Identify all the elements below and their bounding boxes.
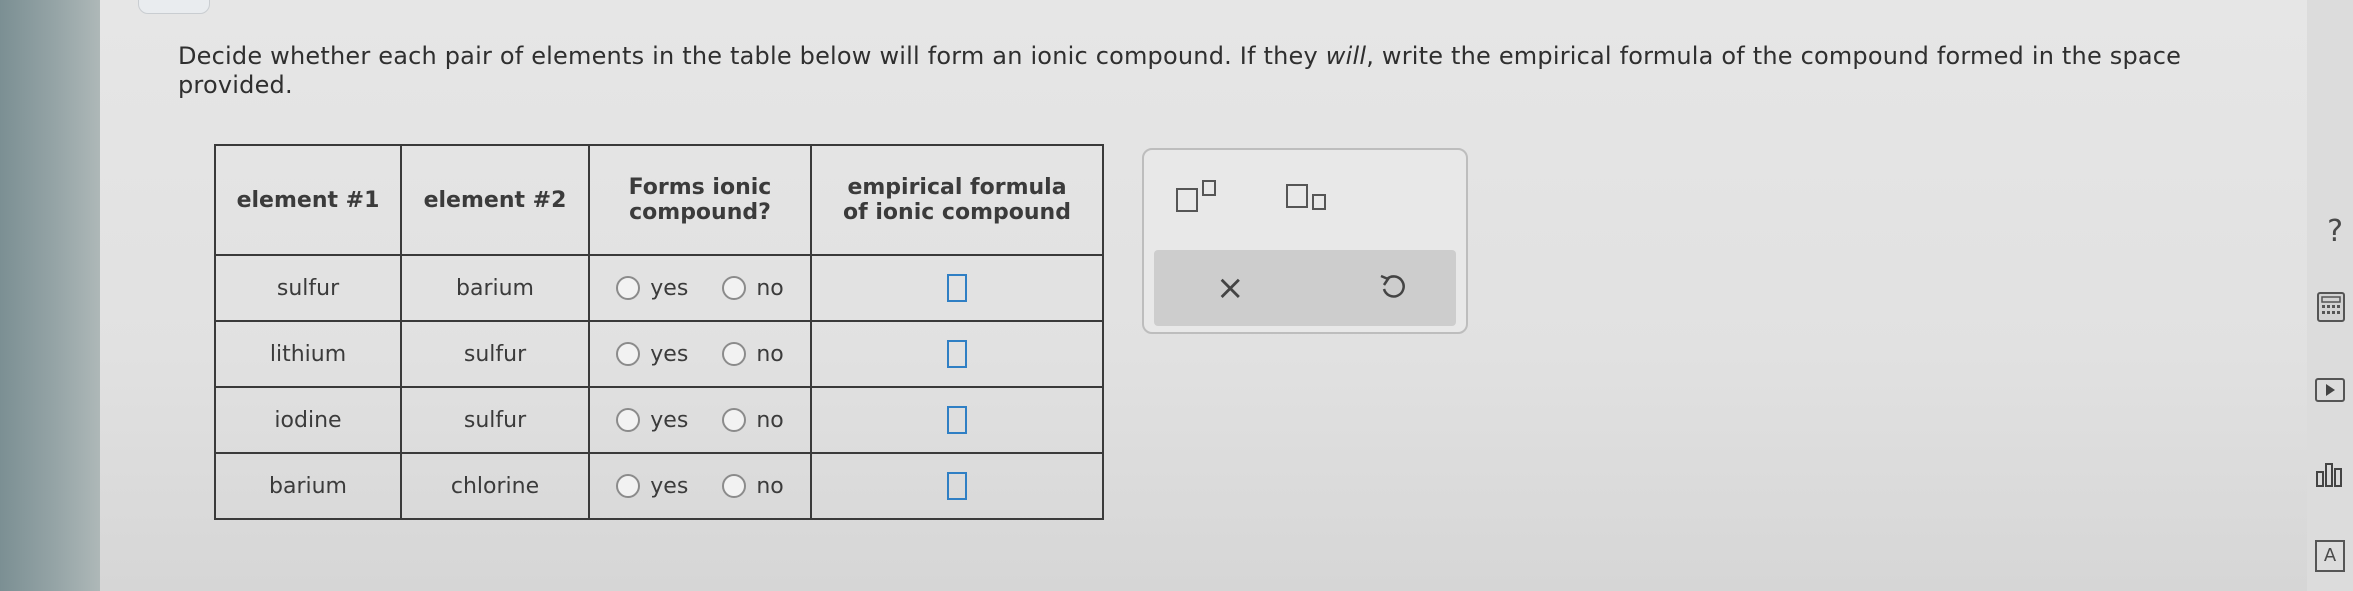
undo-icon[interactable] (1378, 270, 1408, 306)
forms-ionic-cell: yes no (588, 254, 812, 322)
element-2-cell: chlorine (400, 452, 590, 520)
yes-option[interactable]: yes (616, 408, 688, 433)
yes-radio[interactable] (616, 408, 641, 432)
yes-label: yes (650, 473, 689, 499)
formula-tool-panel: × (1142, 148, 1468, 334)
table-row: barium chlorine yes no (214, 452, 1104, 520)
yes-radio[interactable] (616, 474, 641, 498)
no-option[interactable]: no (722, 341, 784, 367)
subscript-index-icon (1312, 194, 1326, 210)
formula-cell (810, 386, 1104, 454)
clear-button[interactable]: × (1216, 268, 1245, 308)
subscript-base-icon (1286, 184, 1308, 208)
instructions-text-1: Decide whether each pair of elements in … (178, 42, 1326, 70)
no-label: no (756, 341, 784, 367)
no-label: no (756, 275, 784, 301)
text-resource-icon[interactable]: A (2315, 540, 2345, 572)
yes-option[interactable]: yes (616, 342, 688, 367)
element-1-cell: lithium (214, 320, 402, 388)
chart-icon[interactable] (2315, 460, 2345, 495)
no-option[interactable]: no (722, 407, 784, 433)
formula-cell (810, 452, 1104, 520)
element-1-cell: barium (214, 452, 402, 520)
formula-answer-box[interactable] (947, 274, 967, 302)
header-forms-ionic: Forms ionic compound? (588, 144, 812, 256)
no-radio[interactable] (722, 342, 747, 366)
table-row: lithium sulfur yes no (214, 320, 1104, 388)
formula-answer-box[interactable] (947, 340, 967, 368)
no-label: no (756, 473, 784, 499)
question-instructions: Decide whether each pair of elements in … (178, 42, 2238, 100)
subscript-button[interactable] (1254, 150, 1354, 240)
formula-cell (810, 320, 1104, 388)
yes-label: yes (650, 275, 689, 301)
element-2-cell: sulfur (400, 386, 590, 454)
instructions-emphasis: will (1325, 42, 1367, 70)
forms-ionic-cell: yes no (588, 386, 812, 454)
tool-action-bar: × (1154, 250, 1456, 326)
left-background-strip (0, 0, 100, 591)
header-empirical-formula: empirical formula of ionic compound (810, 144, 1104, 256)
no-option[interactable]: no (722, 275, 784, 301)
collapse-tab[interactable] (138, 0, 210, 14)
no-radio[interactable] (722, 276, 747, 300)
element-2-cell: sulfur (400, 320, 590, 388)
no-option[interactable]: no (722, 473, 784, 499)
yes-option[interactable]: yes (616, 276, 688, 301)
no-radio[interactable] (722, 408, 747, 432)
superscript-exponent-icon (1202, 180, 1216, 196)
calculator-icon[interactable] (2317, 292, 2345, 322)
yes-radio[interactable] (616, 342, 641, 366)
formula-answer-box[interactable] (947, 472, 967, 500)
header-element-2: element #2 (400, 144, 590, 256)
formula-answer-box[interactable] (947, 406, 967, 434)
formula-cell (810, 254, 1104, 322)
superscript-button[interactable] (1144, 150, 1244, 240)
yes-label: yes (650, 341, 689, 367)
yes-label: yes (650, 407, 689, 433)
forms-ionic-cell: yes no (588, 320, 812, 388)
element-1-cell: iodine (214, 386, 402, 454)
forms-ionic-cell: yes no (588, 452, 812, 520)
element-1-cell: sulfur (214, 254, 402, 322)
table-row: sulfur barium yes no (214, 254, 1104, 322)
element-2-cell: barium (400, 254, 590, 322)
help-icon[interactable]: ? (2327, 214, 2343, 249)
table-row: iodine sulfur yes no (214, 386, 1104, 454)
yes-option[interactable]: yes (616, 474, 688, 499)
yes-radio[interactable] (616, 276, 641, 300)
video-play-icon[interactable] (2315, 378, 2345, 402)
superscript-base-icon (1176, 188, 1198, 212)
question-table: element #1 element #2 Forms ionic compou… (214, 144, 1104, 520)
no-radio[interactable] (722, 474, 747, 498)
no-label: no (756, 407, 784, 433)
header-element-1: element #1 (214, 144, 402, 256)
